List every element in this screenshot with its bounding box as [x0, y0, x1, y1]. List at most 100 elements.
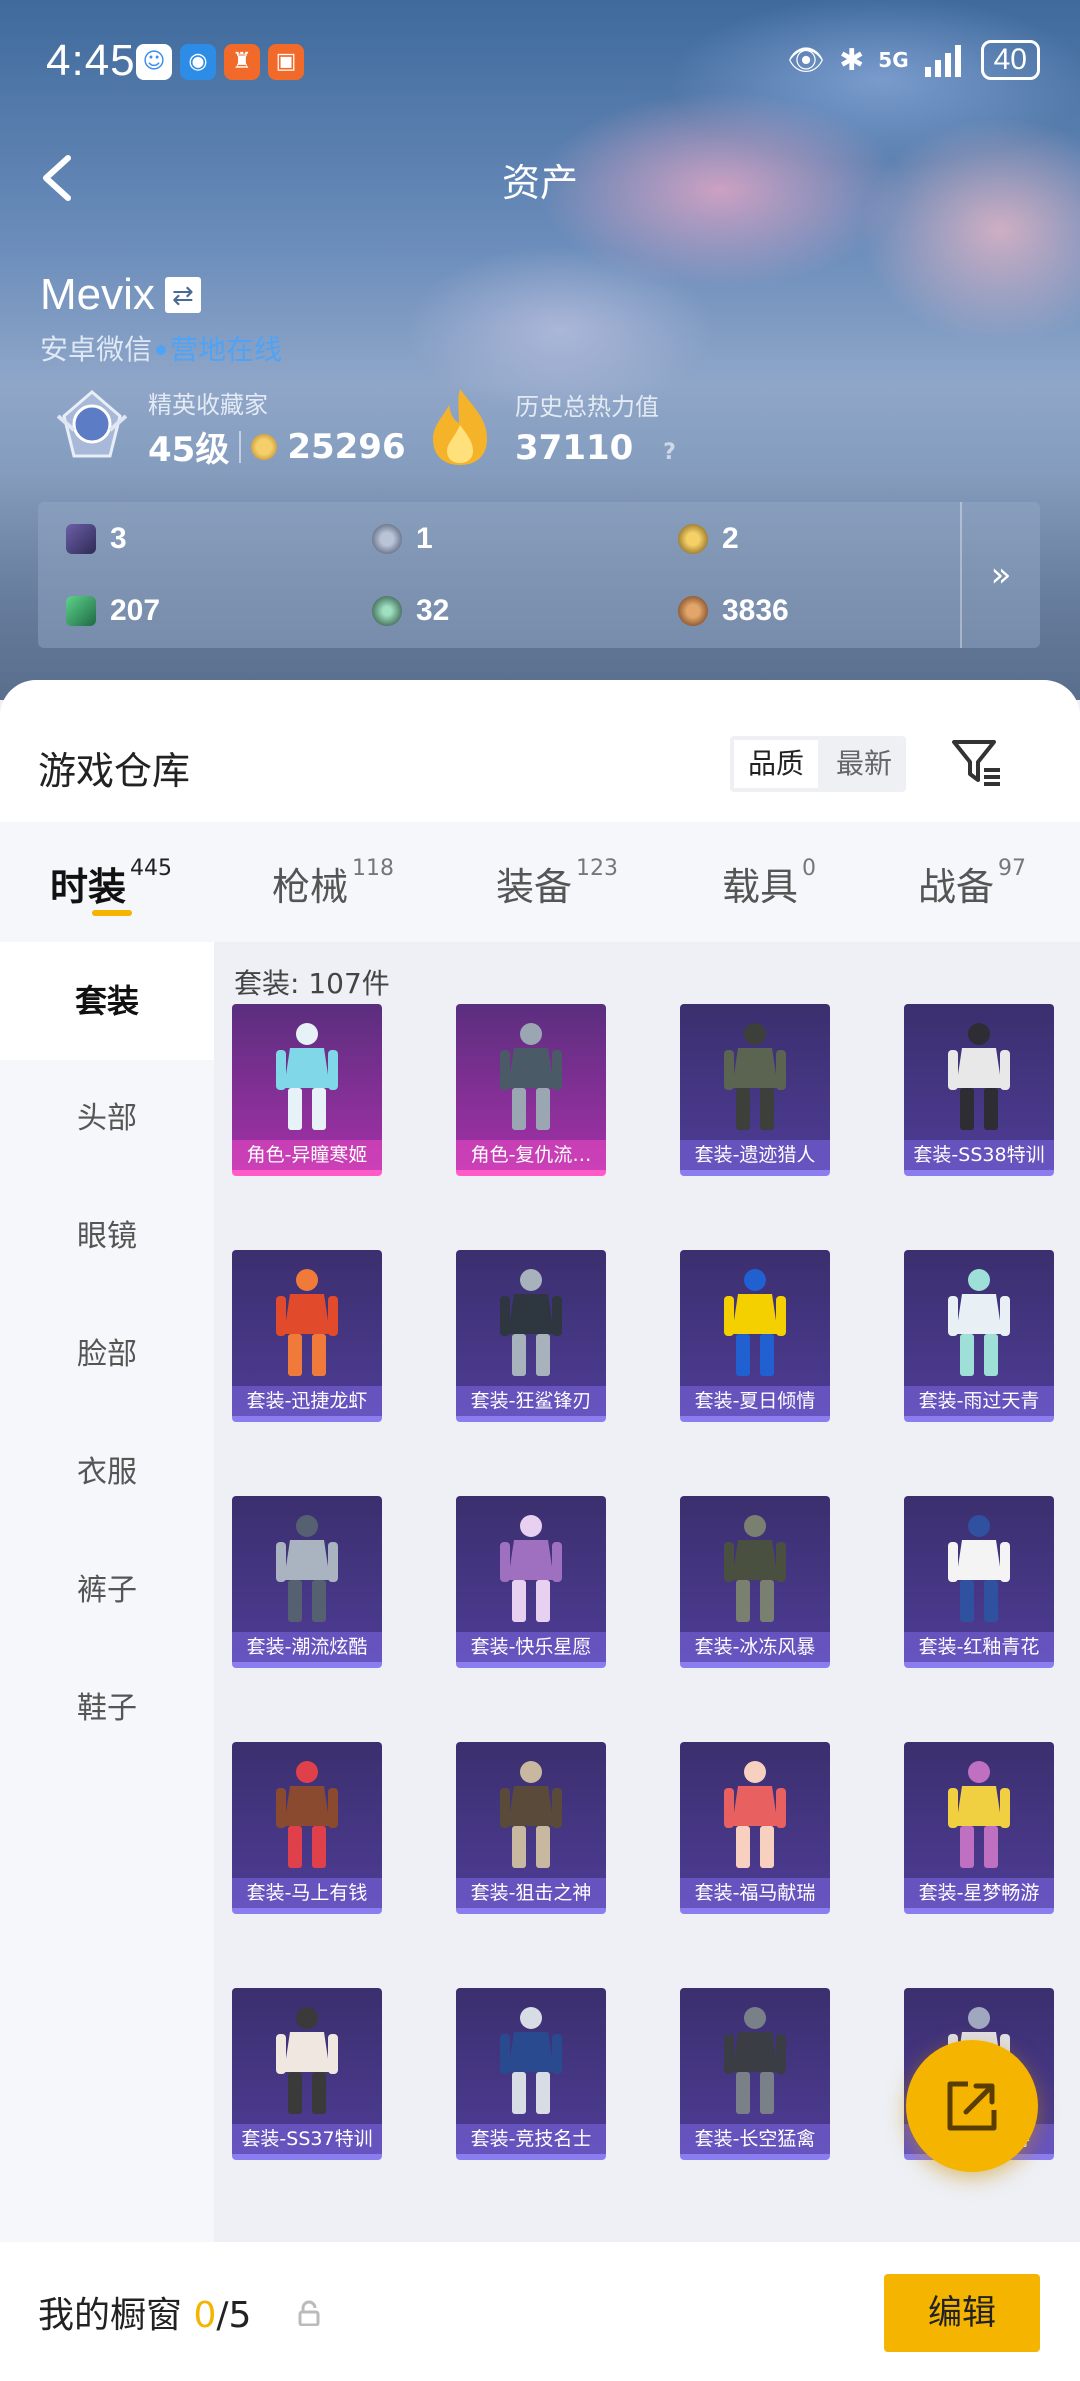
account-info: 安卓微信 营地在线 [40, 328, 282, 368]
sidebar-item-face[interactable]: 脸部 [0, 1296, 214, 1414]
clock: 4:45 [46, 36, 136, 85]
ticket-icon [66, 596, 96, 626]
edit-button[interactable]: 编辑 [884, 2274, 1040, 2352]
collector-rank[interactable]: 精英收藏家 45级 25296 [50, 385, 406, 471]
outfit-card[interactable]: 套装-星梦畅游 [904, 1742, 1054, 1914]
category-tabs: 时装 445 枪械 118 装备 123 载具 0 战备 97 [0, 822, 1080, 942]
outfit-card[interactable]: 套装-红釉青花 [904, 1496, 1054, 1668]
outfit-card-label: 套装-迅捷龙虾 [232, 1386, 382, 1416]
sort-newest-button[interactable]: 最新 [822, 736, 906, 792]
sidebar-item-head[interactable]: 头部 [0, 1060, 214, 1178]
outfit-figure-icon [948, 1761, 1010, 1868]
asset-item: 32 [372, 594, 449, 628]
outfit-card-label: 套装-马上有钱 [232, 1878, 382, 1908]
switch-account-icon[interactable]: ⇄ [164, 277, 201, 313]
tab-guns[interactable]: 枪械 118 [272, 856, 394, 911]
outfit-card[interactable]: 套装-冰冻风暴 [680, 1496, 830, 1668]
outfit-figure-icon [276, 1269, 338, 1376]
outfit-card-label: 套装-冰冻风暴 [680, 1632, 830, 1662]
divider [239, 430, 242, 463]
outfit-figure-icon [724, 1515, 786, 1622]
showcase-used: 0 [193, 2295, 217, 2336]
heat-stat[interactable]: 历史总热力值 37110 ? [425, 385, 676, 469]
outfit-figure-icon [948, 1023, 1010, 1130]
outfit-figure-icon [948, 1515, 1010, 1622]
outfit-card[interactable]: 套装-夏日倾情 [680, 1250, 830, 1422]
outfit-card-label: 套装-SS37特训 [232, 2124, 382, 2154]
filter-icon[interactable] [948, 734, 1004, 790]
flame-icon [433, 389, 487, 465]
username-row: Mevix ⇄ [40, 270, 201, 320]
outfit-card[interactable]: 套装-福马献瑞 [680, 1742, 830, 1914]
outfit-card[interactable]: 套装-快乐星愿 [456, 1496, 606, 1668]
outfit-card[interactable]: 角色-异瞳寒姬 [232, 1004, 382, 1176]
asset-item: 2 [678, 522, 739, 556]
outfit-card-label: 套装-狙击之神 [456, 1878, 606, 1908]
outfit-figure-icon [724, 1761, 786, 1868]
username: Mevix [40, 270, 155, 319]
message-app-icon: ☺ [136, 44, 172, 80]
video-app-icon: ▣ [268, 44, 304, 80]
game-app-icon: ♜ [224, 44, 260, 80]
outfit-figure-icon [500, 1761, 562, 1868]
sidebar-item-suits[interactable]: 套装 [0, 942, 214, 1060]
sort-toggle: 品质 最新 [730, 736, 907, 792]
signal-icon [924, 45, 961, 77]
outfit-card[interactable]: 套装-SS38特训 [904, 1004, 1054, 1176]
outfit-figure-icon [276, 1761, 338, 1868]
outfit-card-label: 套装-雨过天青 [904, 1386, 1054, 1416]
outfit-figure-icon [724, 1269, 786, 1376]
showcase-label: 我的橱窗 0/5 [38, 2295, 252, 2336]
rank-points: 25296 [287, 426, 406, 467]
collector-medal-icon [56, 390, 128, 458]
outfit-card-label: 套装-长空猛禽 [680, 2124, 830, 2154]
outfit-card[interactable]: 套装-狙击之神 [456, 1742, 606, 1914]
outfit-card[interactable]: 套装-迅捷龙虾 [232, 1250, 382, 1422]
outfit-figure-icon [724, 1023, 786, 1130]
tab-vehicles[interactable]: 载具 0 [722, 856, 816, 911]
tab-fashion[interactable]: 时装 445 [50, 856, 172, 911]
outfit-card[interactable]: 套装-雨过天青 [904, 1250, 1054, 1422]
outfit-card[interactable]: 套装-狂鲨锋刃 [456, 1250, 606, 1422]
outfit-card[interactable]: 套装-遗迹猎人 [680, 1004, 830, 1176]
battery-icon: 40 [980, 40, 1040, 80]
item-count: 套装: 107件 [234, 967, 390, 1000]
outfit-card[interactable]: 套装-潮流炫酷 [232, 1496, 382, 1668]
silver-coin-icon [372, 524, 402, 554]
outfit-card-label: 角色-复仇流… [456, 1140, 606, 1170]
tab-equipment[interactable]: 装备 123 [496, 856, 618, 911]
gem-icon [372, 596, 402, 626]
sidebar-item-shoes[interactable]: 鞋子 [0, 1650, 214, 1768]
subcategory-sidebar: 套装 头部 眼镜 脸部 衣服 裤子 鞋子 [0, 942, 214, 2242]
share-fab-button[interactable] [906, 2040, 1038, 2172]
outfit-card-label: 套装-红釉青花 [904, 1632, 1054, 1662]
outfit-card[interactable]: 套装-马上有钱 [232, 1742, 382, 1914]
outfit-figure-icon [276, 1023, 338, 1130]
outfit-card[interactable]: 套装-SS37特训 [232, 1988, 382, 2160]
outfit-card-label: 套装-星梦畅游 [904, 1878, 1054, 1908]
outfit-figure-icon [276, 2007, 338, 2114]
page-title: 资产 [501, 161, 578, 205]
heat-value: 37110 [515, 427, 634, 468]
assets-more-chevron-icon[interactable]: » [960, 502, 1040, 648]
outfit-figure-icon [500, 1269, 562, 1376]
asset-item: 1 [372, 522, 433, 556]
outfit-card-label: 套装-遗迹猎人 [680, 1140, 830, 1170]
outfit-card[interactable]: 套装-长空猛禽 [680, 1988, 830, 2160]
outfit-card-label: 套装-狂鲨锋刃 [456, 1386, 606, 1416]
sort-quality-button[interactable]: 品质 [734, 740, 819, 788]
outfit-figure-icon [500, 1023, 562, 1130]
asset-summary-panel[interactable]: 3 1 2 207 32 3836 » [38, 502, 1040, 648]
tab-combat-supplies[interactable]: 战备 97 [918, 856, 1026, 911]
bluetooth-icon: ✱ [839, 42, 865, 78]
showcase-bar: 我的橱窗 0/5 编辑 [0, 2244, 1080, 2381]
warehouse-title: 游戏仓库 [38, 749, 191, 793]
asset-item: 3 [66, 522, 127, 556]
sidebar-item-clothes[interactable]: 衣服 [0, 1414, 214, 1532]
outfit-card[interactable]: 套装-竞技名士 [456, 1988, 606, 2160]
sidebar-item-pants[interactable]: 裤子 [0, 1532, 214, 1650]
heat-help-icon[interactable]: ? [663, 440, 676, 465]
outfit-card[interactable]: 角色-复仇流… [456, 1004, 606, 1176]
sidebar-item-glasses[interactable]: 眼镜 [0, 1178, 214, 1296]
outfit-card-label: 套装-夏日倾情 [680, 1386, 830, 1416]
